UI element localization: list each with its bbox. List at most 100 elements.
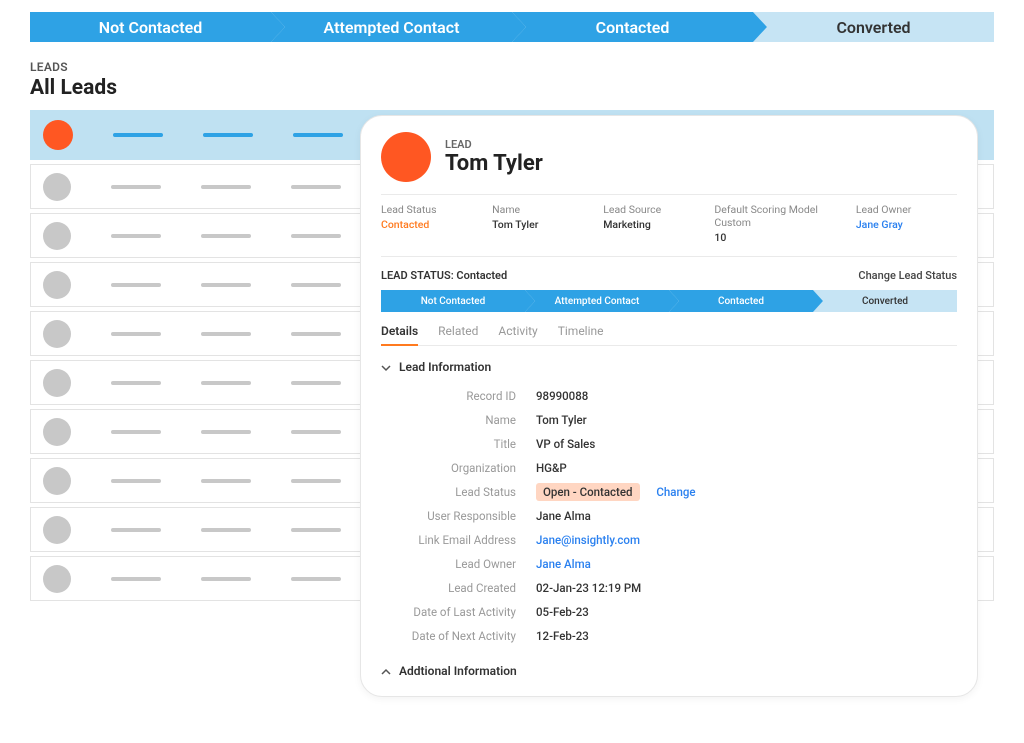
placeholder-line (291, 332, 341, 336)
placeholder-line (111, 185, 161, 189)
placeholder-line (201, 430, 251, 434)
divider (381, 256, 957, 257)
info-title: Title VP of Sales (381, 432, 957, 456)
info-name: Name Tom Tyler (381, 408, 957, 432)
placeholder-line (201, 283, 251, 287)
chevron-down-icon (381, 362, 391, 372)
info-label: Date of Last Activity (381, 605, 516, 619)
placeholder-line (201, 577, 251, 581)
info-value: Open - Contacted Change (536, 485, 696, 499)
leads-section-label: LEADS (30, 60, 994, 74)
mini-stage-attempted[interactable]: Attempted Contact (525, 290, 669, 312)
stage-converted[interactable]: Converted (753, 12, 994, 42)
placeholder-line (111, 381, 161, 385)
info-email: Link Email Address Jane@insightly.com (381, 528, 957, 552)
summary-scoring: Default Scoring Model Custom 10 (714, 203, 845, 244)
placeholder-line (201, 234, 251, 238)
placeholder-line (201, 479, 251, 483)
info-label: Date of Next Activity (381, 629, 516, 643)
tab-details[interactable]: Details (381, 324, 418, 346)
tab-activity[interactable]: Activity (498, 324, 537, 346)
summary-lead-source: Lead Source Marketing (603, 203, 704, 244)
detail-type-label: LEAD (445, 138, 543, 151)
info-label: Record ID (381, 389, 516, 403)
section-lead-information[interactable]: Lead Information (381, 360, 957, 374)
tab-related[interactable]: Related (438, 324, 478, 346)
divider (381, 194, 957, 195)
stage-not-contacted[interactable]: Not Contacted (30, 12, 271, 42)
placeholder-line (291, 381, 341, 385)
placeholder-line (113, 133, 163, 137)
info-value: 12-Feb-23 (536, 629, 589, 643)
summary-label: Lead Source (603, 203, 704, 216)
leads-title: All Leads (30, 76, 994, 100)
info-user-responsible: User Responsible Jane Alma (381, 504, 957, 528)
card-header: LEAD Tom Tyler (381, 132, 957, 182)
avatar (43, 516, 71, 544)
section-additional-information[interactable]: Addtional Information (381, 664, 957, 678)
summary-value: Tom Tyler (492, 218, 593, 231)
summary-value: Contacted (381, 218, 482, 231)
mini-pipeline: Not Contacted Attempted Contact Contacte… (381, 290, 957, 312)
placeholder-line (111, 234, 161, 238)
summary-value: Marketing (603, 218, 704, 231)
info-label: Organization (381, 461, 516, 475)
placeholder-line (293, 133, 343, 137)
placeholder-line (111, 479, 161, 483)
lead-owner-link[interactable]: Jane Alma (536, 557, 591, 571)
summary-label: Lead Owner (856, 203, 957, 216)
info-label: Name (381, 413, 516, 427)
avatar (43, 271, 71, 299)
info-value: 02-Jan-23 12:19 PM (536, 581, 641, 595)
placeholder-line (201, 332, 251, 336)
info-lead-status: Lead Status Open - Contacted Change (381, 480, 957, 504)
mini-stage-converted[interactable]: Converted (813, 290, 957, 312)
section-title: Addtional Information (399, 664, 517, 678)
info-label: Link Email Address (381, 533, 516, 547)
email-link[interactable]: Jane@insightly.com (536, 533, 640, 547)
placeholder-line (111, 528, 161, 532)
placeholder-line (291, 577, 341, 581)
info-last-activity: Date of Last Activity 05-Feb-23 (381, 600, 957, 624)
info-value: VP of Sales (536, 437, 595, 451)
summary-lead-status: Lead Status Contacted (381, 203, 482, 244)
avatar (43, 320, 71, 348)
summary-value-link[interactable]: Jane Gray (856, 218, 957, 231)
summary-label: Name (492, 203, 593, 216)
top-pipeline: Not Contacted Attempted Contact Contacte… (30, 12, 994, 42)
avatar (43, 565, 71, 593)
tab-timeline[interactable]: Timeline (558, 324, 604, 346)
placeholder-line (111, 332, 161, 336)
section-title: Lead Information (399, 360, 491, 374)
placeholder-line (201, 381, 251, 385)
mini-stage-not-contacted[interactable]: Not Contacted (381, 290, 525, 312)
change-status-link[interactable]: Change (656, 485, 695, 499)
summary-lead-owner: Lead Owner Jane Gray (856, 203, 957, 244)
summary-value: 10 (714, 231, 845, 244)
summary-label: Lead Status (381, 203, 482, 216)
info-label: Lead Owner (381, 557, 516, 571)
status-pill: Open - Contacted (536, 483, 640, 501)
info-lead-created: Lead Created 02-Jan-23 12:19 PM (381, 576, 957, 600)
summary-row: Lead Status Contacted Name Tom Tyler Lea… (381, 203, 957, 244)
placeholder-line (291, 528, 341, 532)
change-lead-status-link[interactable]: Change Lead Status (858, 269, 957, 282)
avatar (381, 132, 431, 182)
tabs: Details Related Activity Timeline (381, 324, 957, 346)
mini-stage-contacted[interactable]: Contacted (669, 290, 813, 312)
avatar (43, 369, 71, 397)
info-label: Lead Status (381, 485, 516, 499)
info-lead-owner: Lead Owner Jane Alma (381, 552, 957, 576)
placeholder-line (291, 283, 341, 287)
info-label: Title (381, 437, 516, 451)
placeholder-line (291, 185, 341, 189)
avatar (43, 173, 71, 201)
info-value: Tom Tyler (536, 413, 587, 427)
info-value: Jane Alma (536, 509, 591, 523)
stage-attempted-contact[interactable]: Attempted Contact (271, 12, 512, 42)
lead-detail-card: LEAD Tom Tyler Lead Status Contacted Nam… (360, 115, 978, 697)
placeholder-line (203, 133, 253, 137)
info-organization: Organization HG&P (381, 456, 957, 480)
stage-contacted[interactable]: Contacted (512, 12, 753, 42)
placeholder-line (291, 430, 341, 434)
